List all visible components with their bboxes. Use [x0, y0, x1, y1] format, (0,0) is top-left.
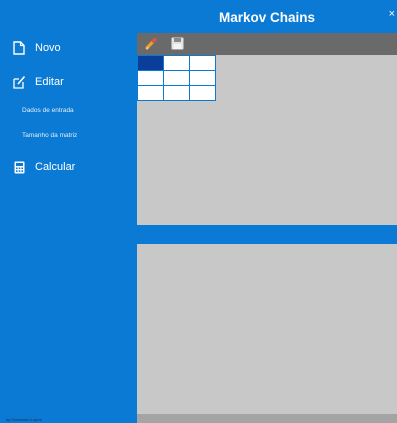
sidebar-item-label: Editar	[35, 76, 64, 88]
sidebar-item-editar[interactable]: Editar	[0, 75, 137, 89]
pencil-icon[interactable]	[144, 37, 158, 51]
matrix-cell[interactable]	[163, 85, 190, 101]
horizontal-scrollbar[interactable]	[137, 414, 397, 423]
sidebar-item-label: Novo	[35, 42, 61, 54]
save-icon[interactable]	[171, 37, 185, 51]
matrix-cell[interactable]	[137, 55, 164, 71]
matrix-row	[137, 55, 216, 71]
matrix-row	[137, 70, 216, 86]
sidebar-item-novo[interactable]: Novo	[0, 41, 137, 55]
calculator-icon	[12, 160, 26, 174]
matrix-grid	[137, 55, 216, 101]
footer-note: by Clodomiro Lopes	[6, 417, 42, 422]
title-bar: Markov Chains ×	[137, 0, 397, 33]
sidebar-subitem-dados-de-entrada[interactable]: Dados de entrada	[22, 107, 74, 114]
matrix-cell[interactable]	[137, 70, 164, 86]
divider-bar	[137, 225, 397, 244]
sidebar-subitem-tamanho-da-matriz[interactable]: Tamanho da matriz	[22, 132, 77, 139]
app-title: Markov Chains	[218, 10, 316, 25]
matrix-row	[137, 85, 216, 101]
sidebar-item-label: Calcular	[35, 161, 76, 173]
matrix-area	[137, 55, 397, 225]
edit-icon	[12, 75, 26, 89]
matrix-cell[interactable]	[189, 85, 216, 101]
close-button[interactable]: ×	[389, 8, 395, 20]
matrix-cell[interactable]	[163, 55, 190, 71]
toolbar	[137, 33, 397, 55]
matrix-cell[interactable]	[163, 70, 190, 86]
result-area	[137, 244, 397, 414]
matrix-cell[interactable]	[189, 55, 216, 71]
sidebar-item-calcular[interactable]: Calcular	[0, 160, 137, 174]
matrix-cell[interactable]	[189, 70, 216, 86]
file-icon	[12, 41, 26, 55]
sidebar: Novo Editar Dados de entrada Tamanho da …	[0, 0, 137, 423]
matrix-cell[interactable]	[137, 85, 164, 101]
